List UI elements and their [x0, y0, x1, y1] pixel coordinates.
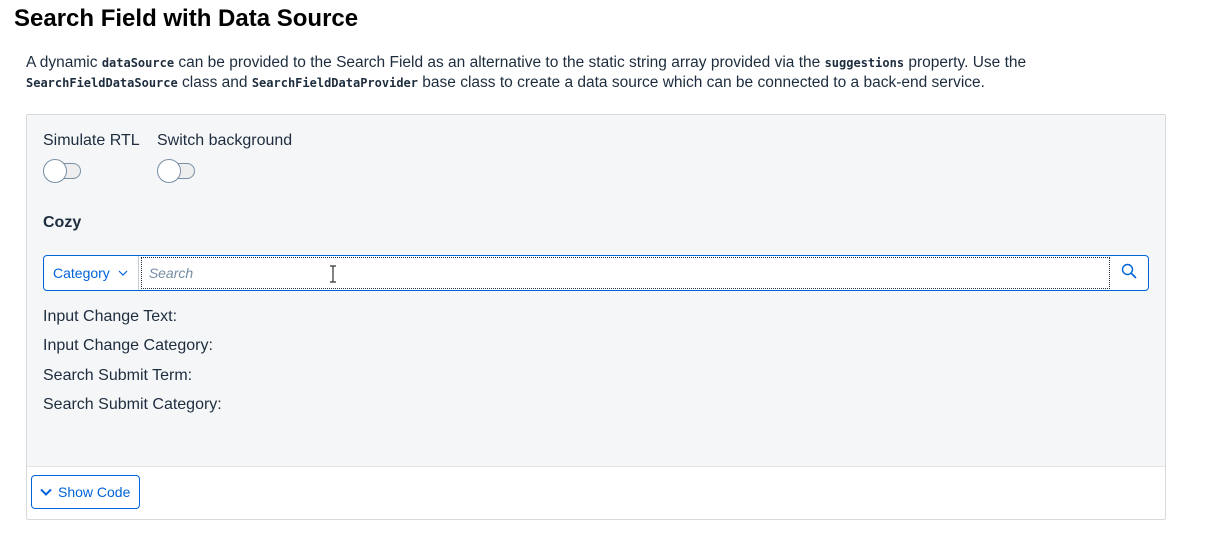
- description-text: can be provided to the Search Field as a…: [174, 54, 825, 71]
- search-submit-term: Search Submit Term:: [43, 366, 193, 384]
- switch-background-toggle-group: Switch background: [157, 131, 292, 183]
- chevron-down-icon: [40, 488, 52, 496]
- switch-knob: [157, 159, 181, 183]
- switch-knob: [43, 159, 67, 183]
- code-searchfielddatasource: SearchFieldDataSource: [26, 76, 178, 90]
- input-change-text: Input Change Text:: [43, 308, 178, 325]
- description-text: class and: [177, 74, 252, 91]
- code-datasource: dataSource: [101, 56, 175, 70]
- example-container: Simulate RTL Switch background Cozy Cate…: [26, 114, 1166, 520]
- category-dropdown[interactable]: Category: [44, 256, 139, 290]
- category-label: Category: [53, 265, 110, 281]
- description: A dynamic dataSource can be provided to …: [26, 53, 1146, 93]
- search-input[interactable]: [141, 258, 1109, 288]
- simulate-rtl-label: Simulate RTL: [43, 132, 140, 149]
- search-button[interactable]: [1110, 256, 1148, 290]
- search-submit-category: Search Submit Category:: [43, 395, 222, 413]
- code-searchfielddataprovider: SearchFieldDataProvider: [251, 76, 418, 90]
- description-text: A dynamic: [26, 54, 102, 71]
- description-text: base class to create a data source which…: [418, 74, 985, 91]
- description-text: property. Use the: [904, 54, 1027, 71]
- input-change-category: Input Change Category:: [43, 337, 213, 355]
- search-field: Category: [43, 255, 1149, 291]
- search-icon: [1121, 263, 1137, 284]
- section-heading-cozy: Cozy: [43, 214, 82, 231]
- simulate-rtl-switch[interactable]: [43, 159, 83, 183]
- event-output: Input Change Text: Input Change Category…: [43, 307, 222, 424]
- switch-background-label: Switch background: [157, 132, 293, 149]
- search-input-wrapper: [140, 257, 1110, 289]
- simulate-rtl-toggle-group: Simulate RTL: [43, 131, 140, 183]
- show-code-button[interactable]: Show Code: [31, 475, 141, 509]
- show-code-label: Show Code: [58, 484, 131, 500]
- switch-background-switch[interactable]: [157, 159, 197, 183]
- code-suggestions: suggestions: [824, 56, 905, 70]
- example-preview: Simulate RTL Switch background Cozy Cate…: [27, 115, 1165, 467]
- page-title: Search Field with Data Source: [14, 5, 359, 32]
- chevron-down-icon: [118, 270, 128, 276]
